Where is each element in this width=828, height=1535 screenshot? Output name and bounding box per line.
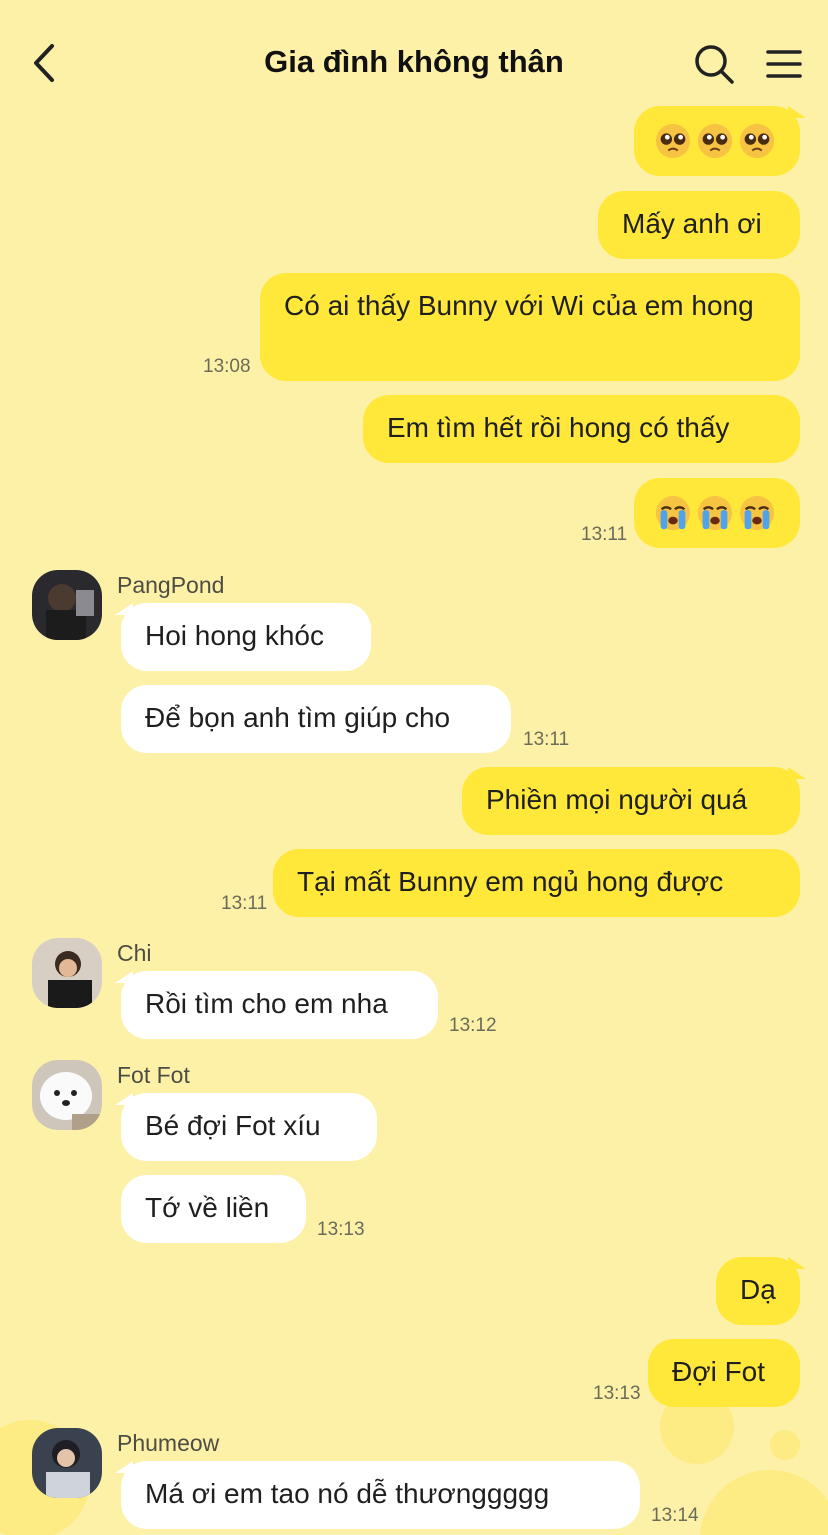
message-timestamp: 13:11 [581,524,628,545]
hamburger-menu-icon [766,50,802,78]
message-bubble-sent[interactable]: Đợi Fot [648,1339,800,1407]
background-decoration [770,1430,800,1460]
message-timestamp: 13:11 [523,729,570,750]
emoji-group [654,120,780,162]
message-bubble-received[interactable]: Tớ về liền [121,1175,306,1243]
search-button[interactable] [692,42,736,86]
message-bubble-sent[interactable] [634,106,806,176]
loudly-crying-face-emoji-icon [655,495,691,531]
message-bubble-sent[interactable]: Em tìm hết rồi hong có thấy [363,395,800,463]
message-bubble-received[interactable]: Rồi tìm cho em nha [115,971,438,1039]
avatar[interactable] [32,1060,102,1130]
loudly-crying-face-emoji-icon [739,495,775,531]
message-timestamp: 13:13 [593,1383,641,1404]
loudly-crying-face-emoji-icon [697,495,733,531]
message-timestamp: 13:14 [651,1505,699,1526]
avatar[interactable] [32,570,102,640]
message-timestamp: 13:11 [221,893,268,914]
message-bubble-received[interactable]: Hoi hong khóc [115,603,371,671]
background-decoration [700,1470,828,1535]
message-bubble-sent[interactable] [634,478,800,548]
message-timestamp: 13:13 [317,1219,365,1240]
message-timestamp: 13:12 [449,1015,497,1036]
message-bubble-sent[interactable]: Phiền mọi người quá [462,767,806,835]
message-bubble-received[interactable]: Bé đợi Fot xíu [115,1093,377,1161]
search-icon [695,45,734,84]
avatar[interactable] [32,1428,102,1498]
message-bubble-sent[interactable]: Có ai thấy Bunny với Wi của em hong [260,273,800,381]
message-bubble-sent[interactable]: Tại mất Bunny em ngủ hong được [273,849,800,917]
pleading-face-emoji-icon [739,123,775,159]
sender-name: Fot Fot [117,1062,190,1088]
pleading-face-emoji-icon [697,123,733,159]
menu-button[interactable] [764,44,804,84]
message-timestamp: 13:08 [203,356,251,377]
avatar[interactable] [32,938,102,1008]
sender-name: Chi [117,940,152,966]
message-bubble-sent[interactable]: Dạ [716,1257,806,1325]
pleading-face-emoji-icon [655,123,691,159]
sender-name: PangPond [117,572,225,598]
message-bubble-received[interactable]: Để bọn anh tìm giúp cho [121,685,511,753]
message-bubble-sent[interactable]: Mấy anh ơi [598,191,800,259]
sender-name: Phumeow [117,1430,220,1456]
message-bubble-received[interactable]: Má ơi em tao nó dễ thươnggggg [115,1461,640,1529]
emoji-group [654,492,780,534]
